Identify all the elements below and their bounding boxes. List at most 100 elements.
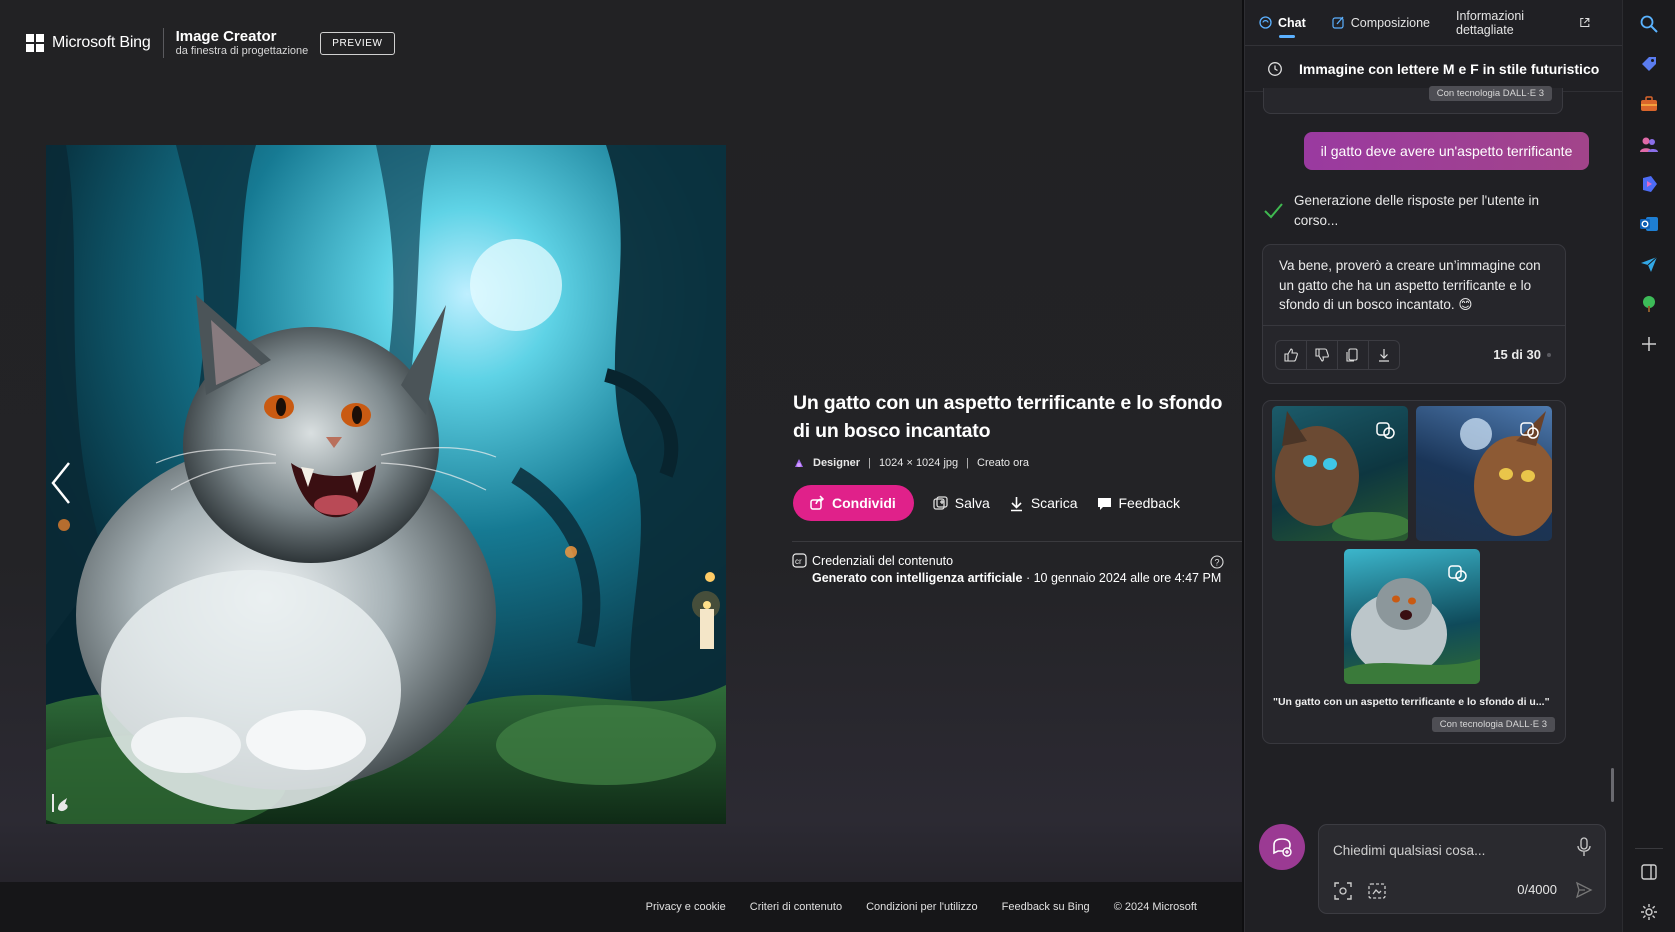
export-button[interactable] — [1368, 339, 1400, 370]
tab-compose[interactable]: Composizione — [1332, 0, 1430, 46]
image-search-icon[interactable] — [1367, 881, 1387, 901]
assistant-answer-card: Va bene, proverò a creare un’immagine co… — [1262, 244, 1566, 384]
image-source: Designer — [813, 457, 861, 470]
like-button[interactable] — [1275, 339, 1307, 370]
dalle-tag: Con tecnologia DALL·E 3 — [1428, 86, 1552, 101]
feedback-label: Feedback — [1118, 495, 1180, 512]
download-button[interactable]: Scarica — [1008, 495, 1078, 512]
checkmark-icon — [1264, 203, 1283, 219]
designer-icon — [795, 459, 803, 468]
settings-icon[interactable] — [1639, 902, 1659, 922]
generation-status: Generazione delle risposte per l'utente … — [1262, 191, 1562, 232]
product-title[interactable]: Image Creator da finestra di progettazio… — [176, 28, 309, 58]
preview-badge: PREVIEW — [320, 31, 395, 55]
status-text: Generazione delle risposte per l'utente … — [1294, 193, 1539, 229]
brand-name[interactable]: Microsoft Bing — [52, 34, 151, 52]
image-created: Creato ora — [977, 457, 1029, 470]
meta-separator: | — [966, 457, 970, 470]
thumbs-up-icon — [1284, 347, 1298, 362]
footer-link-content-policy[interactable]: Criteri di contenuto — [750, 901, 842, 913]
save-collection-icon[interactable] — [1446, 561, 1468, 583]
thumbnail-image[interactable] — [1416, 406, 1552, 541]
gallery-caption[interactable]: "Un gatto con un aspetto terrificante e … — [1273, 696, 1550, 708]
compose-icon — [1332, 16, 1344, 29]
copy-icon — [1346, 347, 1358, 362]
dislike-button[interactable] — [1306, 339, 1338, 370]
toolbar-divider — [1635, 848, 1663, 849]
send-icon[interactable] — [1575, 881, 1593, 899]
image-title: Un gatto con un aspetto terrificante e l… — [793, 392, 1223, 442]
screenshot-icon[interactable] — [1333, 881, 1353, 901]
save-label: Salva — [954, 495, 990, 512]
sidebar-tabs: Chat Composizione Informazioni dettaglia… — [1245, 0, 1623, 46]
svg-text:?: ? — [1215, 558, 1220, 568]
share-icon — [810, 495, 825, 511]
footer: Privacy e cookie Criteri di contenuto Co… — [0, 882, 1242, 932]
new-topic-button[interactable] — [1259, 824, 1305, 870]
product-subtitle: da finestra di progettazione — [175, 45, 309, 58]
tag-icon[interactable] — [1639, 54, 1659, 74]
user-message: il gatto deve avere un'aspetto terrifica… — [1304, 132, 1589, 170]
dalle-tag: Con tecnologia DALL·E 3 — [1431, 717, 1555, 732]
tab-insights[interactable]: Informazioni dettagliate — [1456, 0, 1597, 46]
chat-input[interactable] — [1333, 839, 1563, 861]
outlook-icon[interactable] — [1639, 214, 1659, 234]
thumbs-down-icon — [1315, 347, 1329, 362]
briefcase-icon[interactable] — [1639, 94, 1659, 114]
counter-dot — [1547, 352, 1551, 357]
image-actions: Condividi Salva Scarica Feedback — [793, 485, 1243, 522]
people-icon[interactable] — [1639, 134, 1659, 154]
download-icon — [1379, 348, 1389, 362]
send-icon[interactable] — [1639, 254, 1659, 274]
sidebar-scrollbar[interactable] — [1611, 768, 1614, 802]
chevron-left-icon — [51, 462, 70, 504]
feedback-icon — [1097, 497, 1111, 510]
plus-icon[interactable] — [1639, 334, 1659, 354]
chat-icon — [1259, 16, 1272, 29]
tree-icon[interactable] — [1639, 294, 1659, 314]
download-label: Scarica — [1030, 495, 1078, 512]
content-credentials: cr Credenziali del contenuto Generato co… — [792, 553, 1232, 585]
bing-watermark-icon — [52, 794, 68, 812]
microphone-icon[interactable] — [1575, 837, 1593, 857]
image-creator-pane: Microsoft Bing Image Creator da finestra… — [0, 0, 1242, 932]
help-icon[interactable]: ? — [1210, 555, 1224, 569]
footer-link-privacy[interactable]: Privacy e cookie — [646, 901, 726, 913]
new-chat-icon — [1273, 838, 1292, 857]
product-title-text: Image Creator — [175, 28, 277, 46]
copilot-icon[interactable] — [1639, 174, 1659, 194]
save-collection-icon[interactable] — [1374, 418, 1396, 440]
previous-image-button[interactable] — [46, 455, 76, 511]
microsoft-logo-icon — [26, 34, 44, 52]
thumbnail-image[interactable] — [1272, 406, 1408, 541]
tab-insights-label: Informazioni dettagliate — [1456, 8, 1525, 37]
assistant-answer: Va bene, proverò a creare un’immagine co… — [1279, 258, 1541, 313]
search-icon[interactable] — [1639, 14, 1659, 34]
feedback-button[interactable]: Feedback — [1096, 495, 1180, 512]
open-external-icon — [1580, 17, 1590, 28]
conversation-title: Immagine con lettere M e F in stile futu… — [1299, 60, 1600, 77]
save-collection-icon[interactable] — [1518, 418, 1540, 440]
thumbnail-image[interactable] — [1344, 549, 1480, 684]
share-label: Condividi — [832, 495, 896, 512]
svg-text:cr: cr — [795, 557, 802, 566]
image-meta: Designer | 1024 × 1024 jpg | Creato ora — [793, 457, 1243, 469]
history-icon[interactable] — [1267, 61, 1283, 77]
copy-button[interactable] — [1337, 339, 1369, 370]
details-divider — [792, 541, 1242, 542]
previous-result-card[interactable]: Con tecnologia DALL·E 3 — [1263, 86, 1563, 114]
turn-counter: 15 di 30 — [1493, 347, 1551, 362]
tab-chat[interactable]: Chat — [1259, 0, 1306, 46]
character-count: 0/4000 — [1517, 882, 1557, 897]
panel-icon[interactable] — [1639, 862, 1659, 882]
generated-image[interactable] — [46, 145, 726, 824]
turn-counter-text: 15 di 30 — [1493, 347, 1541, 362]
credentials-date: · 10 gennaio 2024 alle ore 4:47 PM — [1022, 571, 1222, 585]
share-button[interactable]: Condividi — [793, 485, 914, 522]
tab-compose-label: Composizione — [1350, 15, 1430, 30]
footer-link-feedback[interactable]: Feedback su Bing — [1002, 901, 1090, 913]
footer-link-terms[interactable]: Condizioni per l'utilizzo — [866, 901, 978, 913]
save-button[interactable]: Salva — [932, 495, 990, 512]
edge-sidebar-toolbar — [1622, 0, 1675, 932]
footer-copyright: © 2024 Microsoft — [1113, 901, 1197, 913]
